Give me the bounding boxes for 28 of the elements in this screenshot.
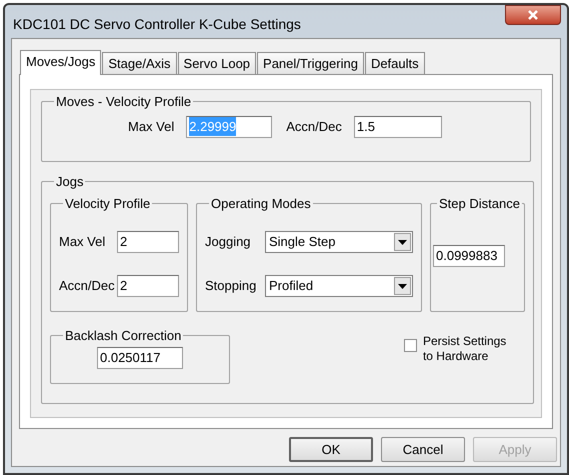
group-title: Operating Modes	[210, 194, 312, 213]
field-label: Accn/Dec	[59, 277, 115, 296]
dropdown-label: Stopping	[205, 277, 256, 296]
dialog-button[interactable]: Cancel	[381, 437, 465, 462]
text-field[interactable]: 1.5	[354, 116, 442, 138]
dropdown-label: Jogging	[205, 233, 251, 252]
dropdown[interactable]: Single Step	[265, 231, 413, 253]
text-field[interactable]: 2	[117, 275, 179, 297]
field-label: Max Vel	[59, 233, 106, 252]
dropdown[interactable]: Profiled	[265, 275, 413, 297]
window-title: KDC101 DC Servo Controller K-Cube Settings	[13, 15, 301, 34]
field-label: Accn/Dec	[286, 118, 342, 136]
text-field[interactable]: 0.0999883	[433, 245, 505, 267]
group-title: Velocity Profile	[64, 194, 152, 213]
text-field[interactable]: 0.0250117	[97, 347, 183, 369]
dialog-button[interactable]: OK	[289, 437, 373, 462]
tab[interactable]: Moves/Jogs	[20, 50, 102, 75]
tab[interactable]: Servo Loop	[178, 52, 256, 74]
checkbox-label: Persist Settings to Hardware	[422, 334, 508, 364]
field-label: Max Vel	[128, 118, 174, 136]
tab[interactable]: Stage/Axis	[102, 52, 177, 74]
group-title: Step Distance	[438, 194, 521, 213]
tab[interactable]: Defaults	[364, 52, 425, 74]
text-field[interactable]: 2	[117, 231, 179, 253]
group-title: Moves - Velocity Profile	[55, 93, 192, 111]
tab[interactable]: Panel/Triggering	[257, 52, 364, 74]
group-title: Backlash Correction	[64, 326, 182, 344]
group-title: Jogs	[55, 173, 84, 191]
